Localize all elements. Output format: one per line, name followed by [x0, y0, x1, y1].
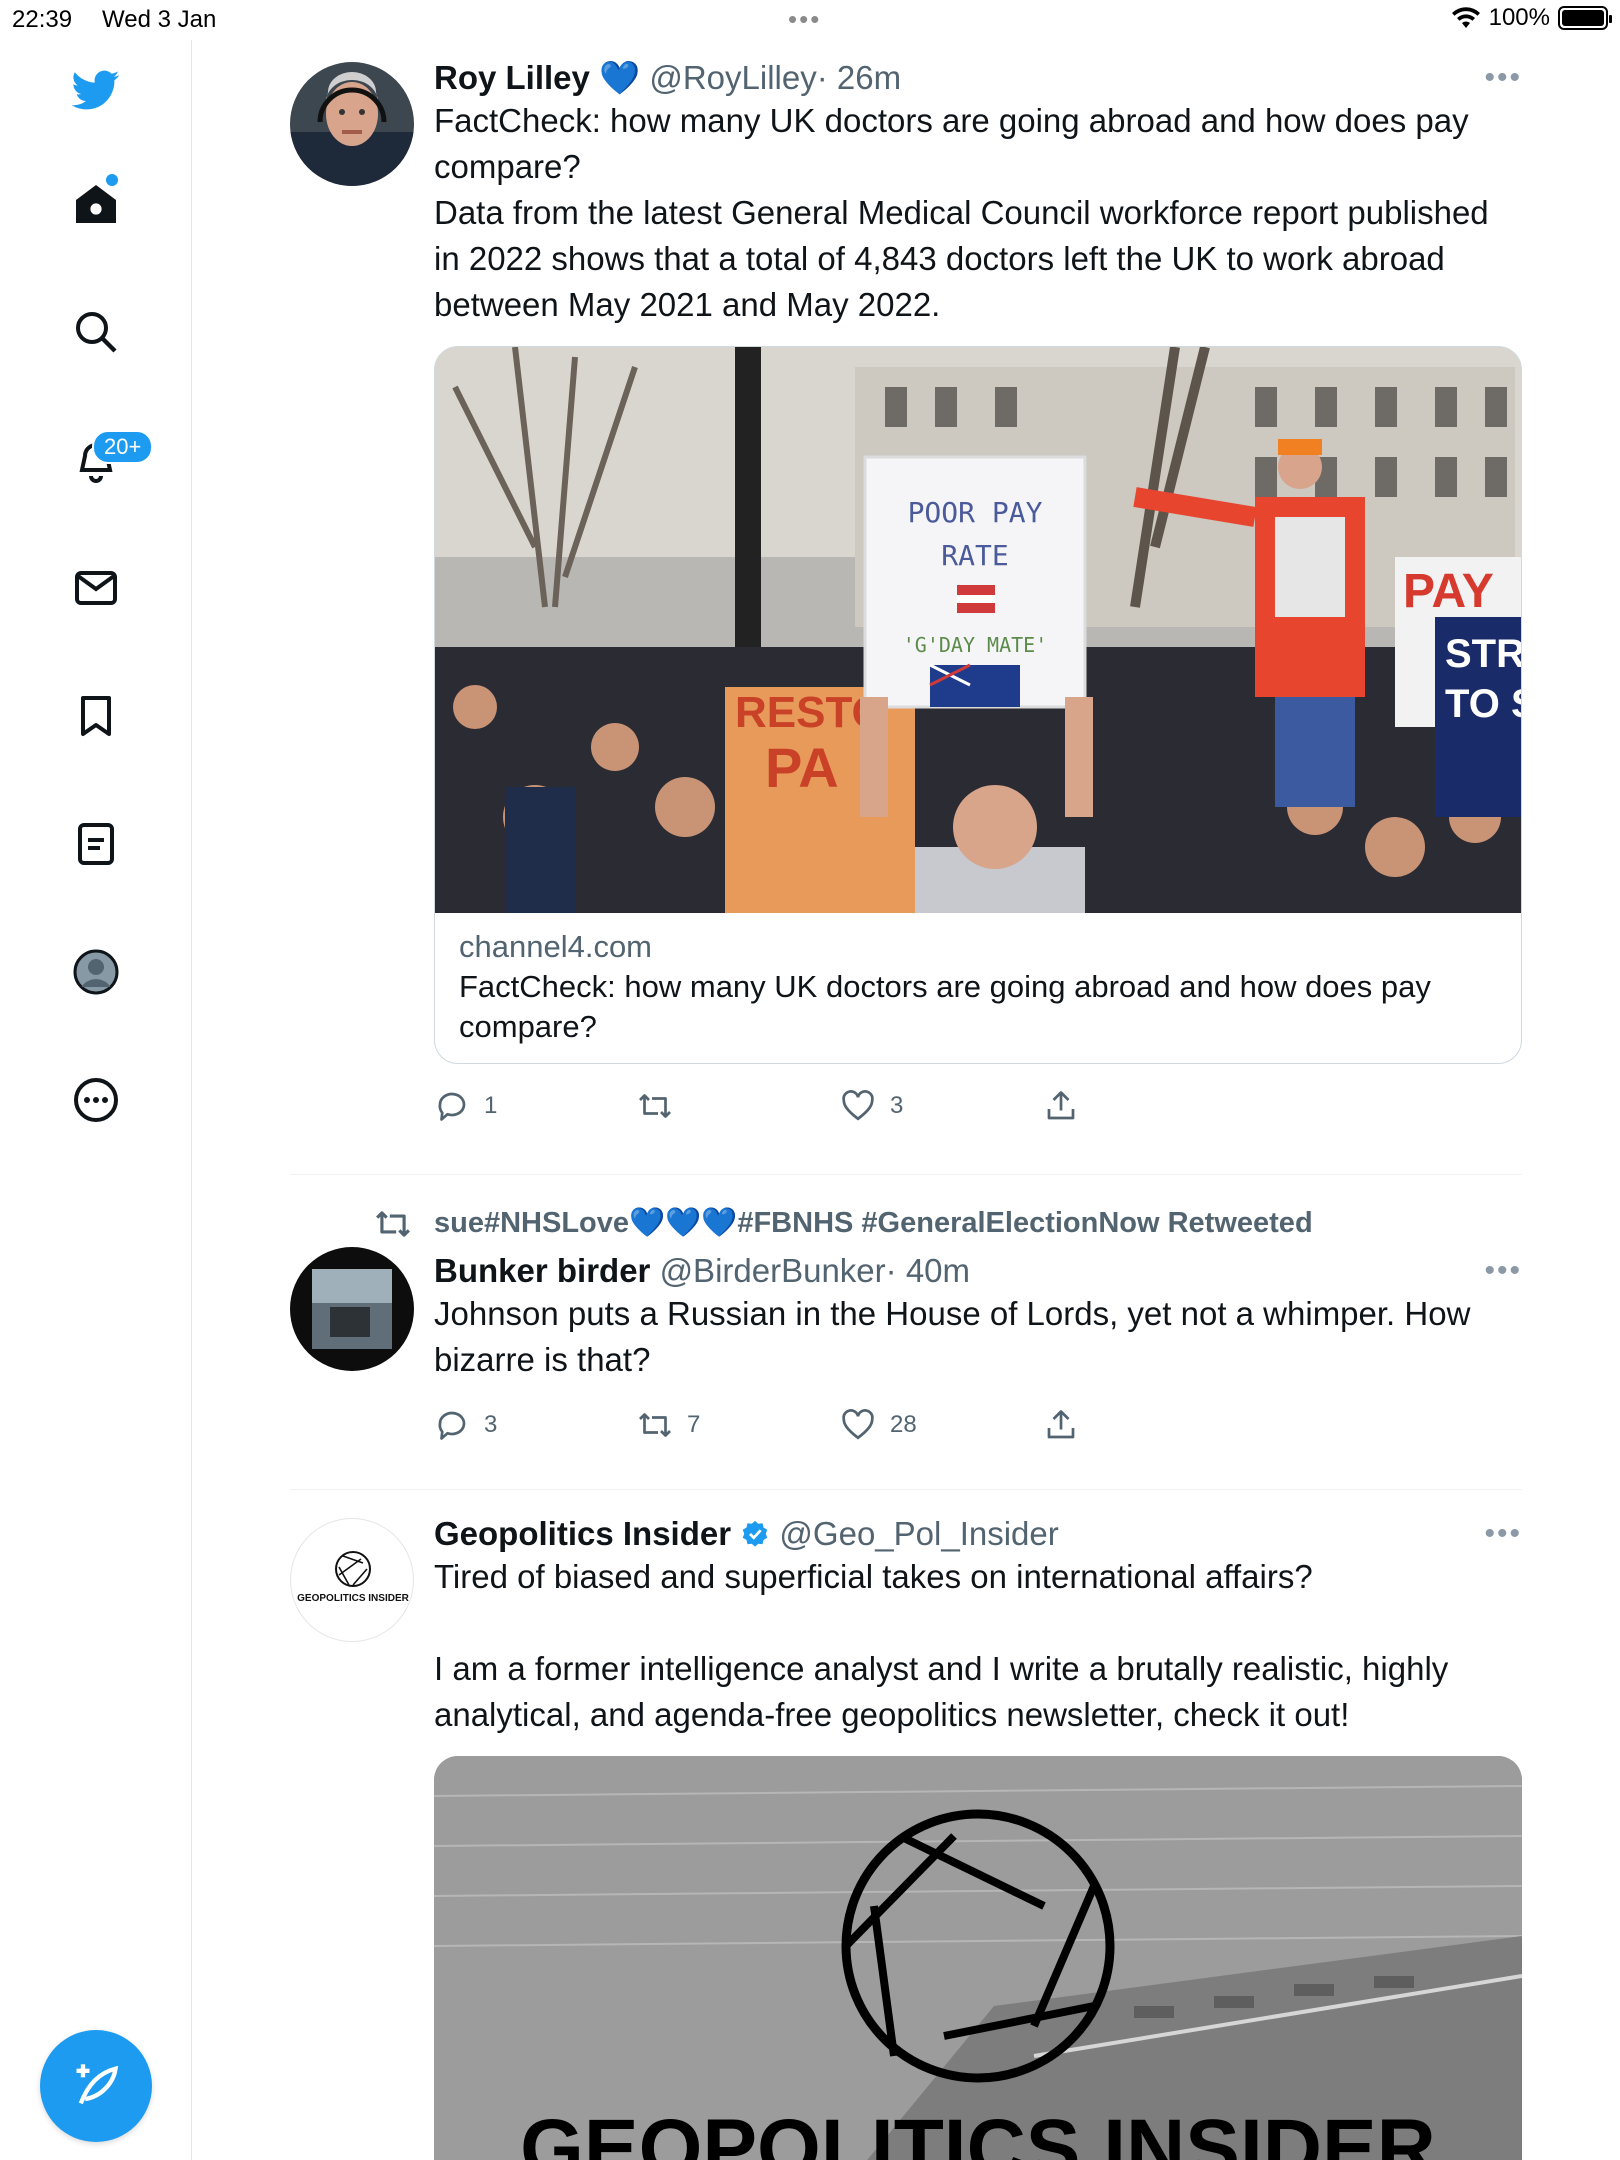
retweet-icon [639, 1413, 671, 1437]
like-heart-icon [842, 1409, 874, 1440]
promo-image-text: GEOPOLITICS INSIDER [520, 2103, 1436, 2160]
retweeted-by[interactable]: sue#NHSLove💙💙💙#FBNHS #GeneralElectionNow… [290, 1201, 1522, 1245]
tweet[interactable]: GEOPOLITICS INSIDER Geopolitics Insider … [290, 1490, 1522, 2160]
share-button[interactable] [1043, 1407, 1246, 1443]
tweet-time[interactable]: · 26m [817, 59, 901, 96]
timeline: Roy Lilley 💙 @RoyLilley· 26m ••• FactChe… [290, 40, 1522, 2160]
avatar[interactable] [290, 62, 414, 186]
card-domain: channel4.com [459, 929, 653, 964]
share-button[interactable] [1043, 1088, 1246, 1124]
tweet-time[interactable]: · 40m [886, 1252, 970, 1289]
wifi-icon [1451, 7, 1480, 28]
status-right: 100% [1451, 4, 1612, 32]
tweet-more-icon[interactable]: ••• [1484, 1514, 1522, 1554]
tweet-actions: 3 7 28 [434, 1399, 1522, 1451]
reply-icon [438, 1411, 466, 1440]
retweet-count: 7 [687, 1411, 701, 1438]
author-name[interactable]: Roy Lilley [434, 59, 590, 96]
tweet-actions: 1 3 [434, 1080, 1522, 1132]
retweeted-by-text[interactable]: sue#NHSLove💙💙💙#FBNHS #GeneralElectionNow… [434, 1201, 1313, 1245]
battery-percent: 100% [1488, 4, 1550, 31]
tweet[interactable]: sue#NHSLove💙💙💙#FBNHS #GeneralElectionNow… [290, 1175, 1522, 1451]
sign-text-3: 'G'DAY MATE' [903, 633, 1048, 657]
sign-text-1: POOR PAY [908, 496, 1043, 529]
compose-tweet-button[interactable] [40, 2030, 152, 2142]
share-icon [1047, 1091, 1075, 1120]
share-icon [1047, 1410, 1075, 1439]
battery-icon [1558, 6, 1612, 30]
author-name[interactable]: Geopolitics Insider [434, 1515, 731, 1552]
author-handle[interactable]: @BirderBunker [660, 1252, 886, 1289]
home-unread-dot [106, 174, 118, 186]
reply-button[interactable]: 3 [434, 1407, 637, 1443]
svg-text:PA: PA [765, 736, 839, 799]
like-heart-icon [842, 1090, 874, 1121]
tweet[interactable]: Roy Lilley 💙 @RoyLilley· 26m ••• FactChe… [290, 40, 1522, 1132]
status-time: 22:39 [12, 6, 73, 33]
tweet-more-icon[interactable]: ••• [1484, 1251, 1522, 1291]
retweet-icon [639, 1094, 671, 1118]
retweet-indicator-icon [376, 1211, 410, 1237]
card-title: FactCheck: how many UK doctors are going… [459, 969, 1431, 1044]
retweet-button[interactable]: 7 [637, 1407, 840, 1443]
author-handle[interactable]: @RoyLilley [649, 59, 816, 96]
more-options-icon[interactable] [66, 1070, 126, 1130]
promo-image[interactable]: GEOPOLITICS INSIDER [434, 1756, 1522, 2160]
sign-text-2: RATE [941, 539, 1008, 572]
status-date: Wed 3 Jan [102, 6, 217, 33]
avatar[interactable]: GEOPOLITICS INSIDER [290, 1518, 414, 1642]
tweet-more-icon[interactable]: ••• [1484, 58, 1522, 98]
search-icon[interactable] [66, 302, 126, 362]
card-image: RESTO PA PAY STR TO S POOR PAY RATE [435, 347, 1522, 913]
compose-feather-icon [76, 2064, 119, 2105]
reply-button[interactable]: 1 [434, 1088, 637, 1124]
notifications-badge: 20+ [92, 430, 154, 464]
retweet-button[interactable] [637, 1088, 840, 1124]
svg-text:TO S: TO S [1445, 682, 1522, 726]
multitasking-dots-icon[interactable]: ••• [788, 4, 821, 35]
like-button[interactable]: 28 [840, 1407, 1043, 1443]
tweet-text: FactCheck: how many UK doctors are going… [434, 102, 1489, 323]
twitter-logo-icon[interactable] [66, 60, 126, 120]
profile-avatar-icon[interactable] [66, 942, 126, 1002]
like-count: 3 [890, 1092, 904, 1119]
sidebar: 20+ [0, 40, 192, 2160]
reply-icon [438, 1092, 466, 1121]
verified-badge-icon [743, 1520, 768, 1547]
like-count: 28 [890, 1411, 917, 1438]
bookmarks-icon[interactable] [66, 686, 126, 746]
messages-icon[interactable] [66, 558, 126, 618]
svg-text:PAY: PAY [1403, 565, 1494, 618]
tweet-text: Johnson puts a Russian in the House of L… [434, 1295, 1480, 1378]
heart-emoji: 💙 [599, 59, 641, 96]
author-handle[interactable]: @Geo_Pol_Insider [779, 1515, 1058, 1552]
svg-text:STR: STR [1445, 632, 1522, 676]
reply-count: 3 [484, 1411, 498, 1438]
link-card[interactable]: RESTO PA PAY STR TO S POOR PAY RATE [434, 346, 1522, 1064]
status-bar: 22:39 Wed 3 Jan ••• 100% [0, 0, 1620, 40]
author-name[interactable]: Bunker birder [434, 1252, 650, 1289]
tweet-text: Tired of biased and superficial takes on… [434, 1558, 1449, 1733]
reply-count: 1 [484, 1092, 498, 1119]
avatar[interactable] [290, 1247, 414, 1371]
lists-icon[interactable] [66, 814, 126, 874]
like-button[interactable]: 3 [840, 1088, 1043, 1124]
avatar-text: GEOPOLITICS INSIDER [297, 1593, 409, 1604]
